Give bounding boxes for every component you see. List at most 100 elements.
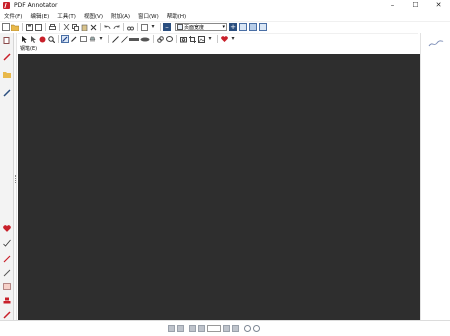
heart-icon[interactable] [220, 35, 228, 43]
zoom-out-button[interactable]: – [163, 23, 171, 31]
delete-icon[interactable] [89, 23, 97, 31]
left-favorites-sidebar [0, 33, 14, 323]
toolbar-separator [123, 23, 124, 31]
toolbar-separator [100, 23, 101, 31]
toolbar-separator [153, 35, 154, 43]
marker-pen-icon[interactable] [3, 269, 11, 277]
toolbar-separator [59, 23, 60, 31]
document-view[interactable] [18, 54, 420, 320]
stamp-icon[interactable] [38, 35, 46, 43]
single-page-icon[interactable] [168, 325, 175, 332]
camera-icon[interactable] [179, 35, 187, 43]
undo-icon[interactable] [103, 23, 111, 31]
toolbar-separator [108, 35, 109, 43]
splitter-grip-icon [15, 175, 16, 183]
save-all-icon[interactable] [34, 23, 42, 31]
pen-icon[interactable] [61, 35, 69, 43]
binoculars-icon[interactable] [126, 23, 134, 31]
toolbar-separator [137, 23, 138, 31]
previous-page-button[interactable] [198, 325, 205, 332]
toolbar-separator [160, 23, 161, 31]
image-stamp-icon[interactable] [3, 283, 11, 290]
page-width-icon [177, 24, 183, 30]
annotation-toolbar: ▾ ▾ ▾ [18, 33, 418, 44]
last-page-button[interactable] [232, 325, 239, 332]
zoom-select[interactable]: 页面宽度 ▾ [175, 23, 227, 31]
dropdown-arrow-icon[interactable]: ▾ [97, 35, 105, 43]
minimize-button[interactable]: – [381, 0, 404, 11]
select-region-icon[interactable] [29, 35, 37, 43]
first-page-button[interactable] [189, 325, 196, 332]
dropdown-arrow-icon[interactable]: ▾ [206, 35, 214, 43]
open-folder-icon[interactable] [11, 23, 19, 31]
page-navigation [168, 325, 262, 332]
toolbar-separator [58, 35, 59, 43]
stamp-icon[interactable] [3, 297, 11, 304]
zoom-value: 页面宽度 [184, 24, 205, 31]
pen-preview-panel [420, 33, 450, 323]
paste-icon[interactable] [80, 23, 88, 31]
app-logo-icon [3, 2, 10, 9]
toolbar-separator [176, 35, 177, 43]
crop-icon[interactable] [188, 35, 196, 43]
page-layout-icon[interactable] [140, 23, 148, 31]
fit-page-button[interactable] [239, 23, 247, 31]
dropdown-arrow-icon[interactable]: ▾ [149, 23, 157, 31]
window-title: PDF Annotator [14, 2, 58, 9]
menu-bar: 文件(F) 编辑(E) 工具(T) 视图(V) 附加(A) 窗口(W) 帮助(H… [0, 11, 450, 21]
comment-icon[interactable] [165, 35, 173, 43]
copy-icon[interactable] [71, 23, 79, 31]
ruler-icon[interactable] [111, 35, 119, 43]
menu-edit[interactable]: 编辑(E) [30, 12, 49, 20]
chevron-down-icon: ▾ [222, 24, 225, 30]
cut-icon[interactable] [62, 23, 70, 31]
print-icon[interactable] [48, 23, 56, 31]
new-document-icon[interactable] [2, 23, 10, 31]
folder-icon[interactable] [3, 71, 11, 78]
page-number-field[interactable] [207, 325, 221, 332]
close-button[interactable]: ✕ [427, 0, 450, 11]
red-marker-icon[interactable] [3, 311, 11, 319]
menu-help[interactable]: 帮助(H) [167, 12, 186, 20]
menu-tools[interactable]: 工具(T) [57, 12, 76, 20]
redo-icon[interactable] [112, 23, 120, 31]
check-pen-icon[interactable] [3, 239, 11, 247]
menu-view[interactable]: 视图(V) [84, 12, 103, 20]
highlight-bar-icon[interactable] [129, 35, 139, 43]
toolbar-separator [45, 23, 46, 31]
menu-file[interactable]: 文件(F) [4, 12, 22, 20]
line-icon[interactable] [120, 35, 128, 43]
heart-icon[interactable] [3, 225, 11, 232]
red-pen-icon[interactable] [3, 53, 11, 61]
toolbar-separator [217, 35, 218, 43]
save-icon[interactable] [25, 23, 33, 31]
eraser-icon[interactable] [88, 35, 96, 43]
zoom-in-button[interactable]: + [229, 23, 237, 31]
menu-extras[interactable]: 附加(A) [111, 12, 130, 20]
toolbar-separator [22, 23, 23, 31]
fit-height-button[interactable] [259, 23, 267, 31]
picture-icon[interactable] [197, 35, 205, 43]
marker-icon[interactable] [70, 35, 78, 43]
forward-button[interactable] [253, 325, 260, 332]
link-icon[interactable] [156, 35, 164, 43]
ellipse-icon[interactable] [140, 35, 150, 43]
select-arrow-icon[interactable] [20, 35, 28, 43]
main-toolbar: ▾ – 页面宽度 ▾ + [0, 21, 450, 32]
status-bar [0, 320, 450, 336]
pen-tool-label: 钢笔(E) [20, 46, 38, 52]
next-page-button[interactable] [223, 325, 230, 332]
fit-width-button[interactable] [249, 23, 257, 31]
pencil-icon[interactable] [3, 89, 11, 97]
document-icon[interactable] [3, 37, 11, 44]
menu-window[interactable]: 窗口(W) [138, 12, 159, 20]
text-icon[interactable] [79, 35, 87, 43]
back-button[interactable] [244, 325, 251, 332]
maximize-button[interactable]: ☐ [404, 0, 427, 11]
two-page-icon[interactable] [177, 325, 184, 332]
highlighter-icon[interactable] [3, 255, 11, 263]
magnifier-icon[interactable] [47, 35, 55, 43]
title-bar: PDF Annotator – ☐ ✕ [0, 0, 450, 11]
dropdown-arrow-icon[interactable]: ▾ [229, 35, 237, 43]
pen-stroke-preview-icon [428, 40, 444, 47]
